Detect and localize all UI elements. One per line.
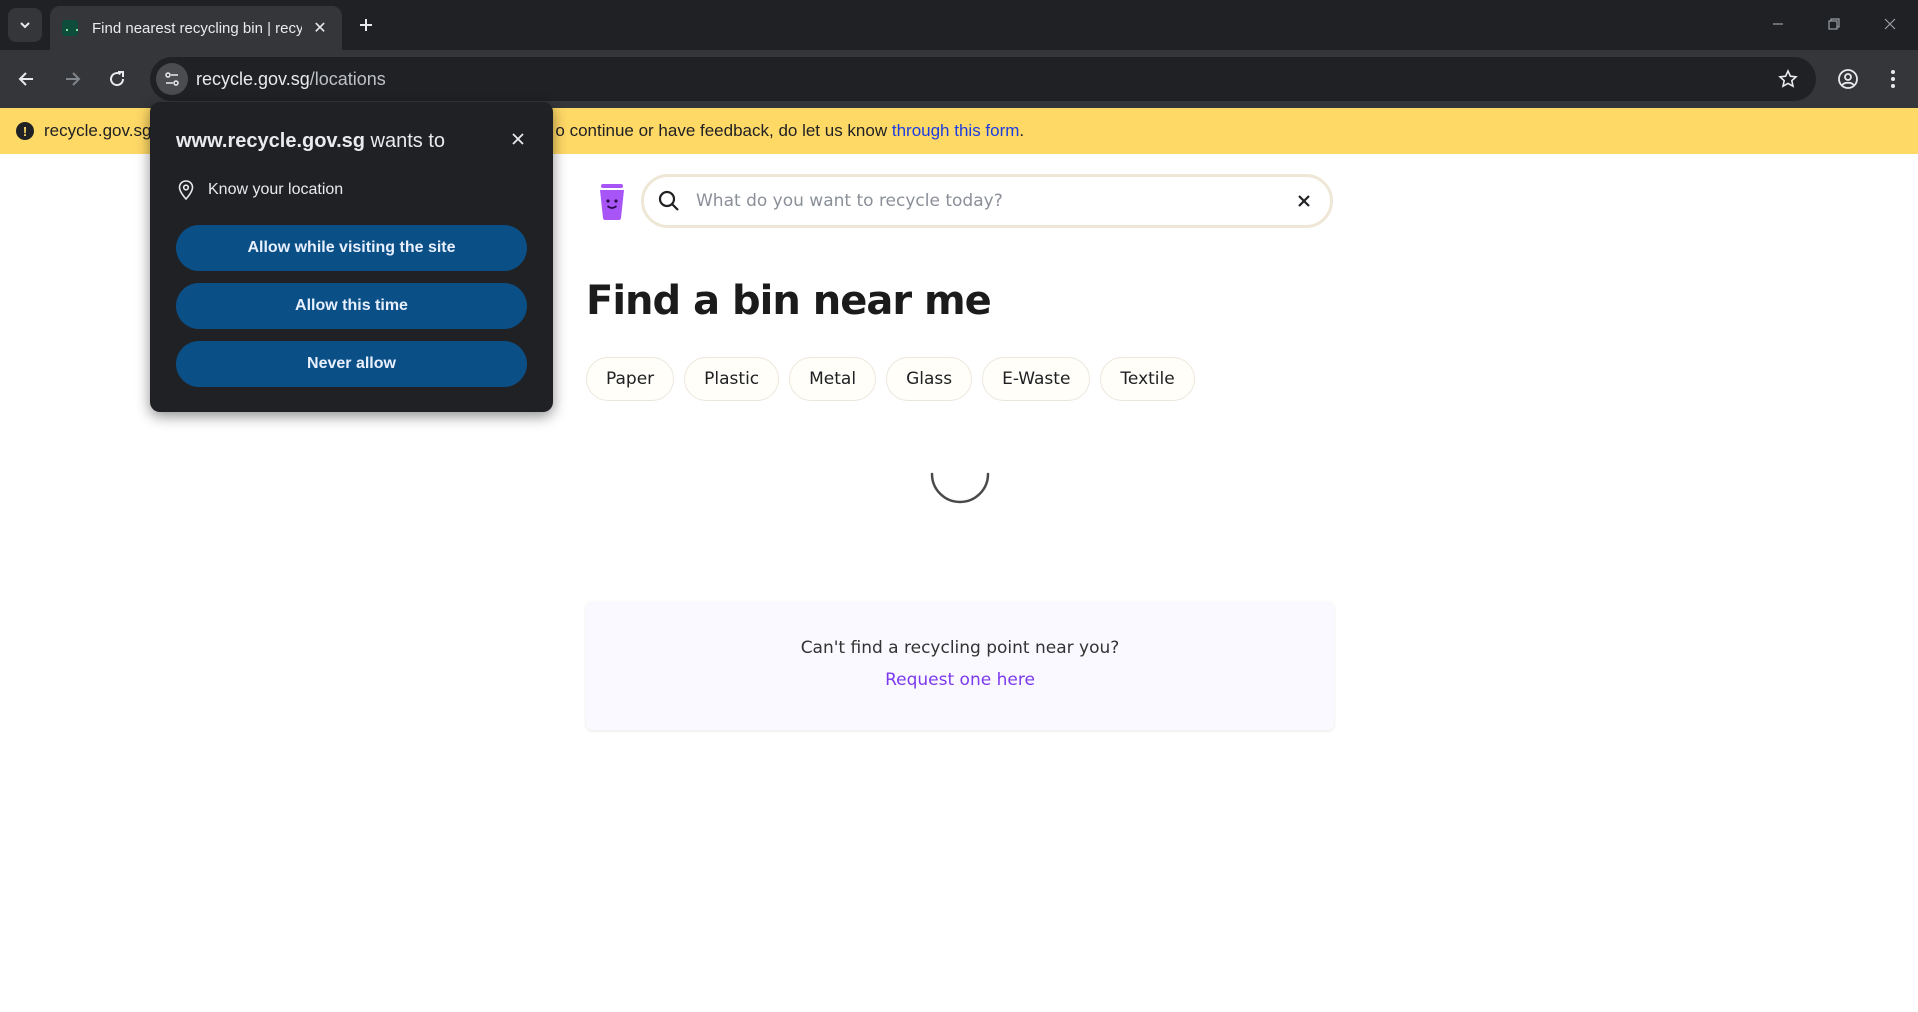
tab-search-button[interactable] (8, 8, 42, 42)
permission-close-button[interactable] (507, 128, 529, 150)
search-icon (658, 190, 679, 211)
page-title: Find a bin near me (586, 278, 992, 324)
request-recycling-point-card: Can't find a recycling point near you? R… (586, 602, 1334, 730)
permission-title: www.recycle.gov.sg wants to (176, 130, 445, 153)
feedback-form-link[interactable]: through this form (892, 121, 1020, 140)
spinner-icon (930, 472, 990, 504)
request-question: Can't find a recycling point near you? (800, 638, 1120, 658)
bookmark-star-button[interactable] (1776, 67, 1800, 91)
browser-menu-button[interactable] (1876, 62, 1910, 96)
chip-paper[interactable]: Paper (586, 357, 675, 401)
back-button[interactable] (10, 62, 44, 96)
banner-text-middle: o continue or have feedback, do let us k… (555, 121, 892, 140)
forward-icon (66, 72, 81, 86)
chip-e-waste[interactable]: E-Waste (982, 357, 1091, 401)
chip-glass[interactable]: Glass (886, 357, 973, 401)
chip-metal[interactable]: Metal (789, 357, 877, 401)
allow-this-time-button[interactable]: Allow this time (176, 283, 527, 329)
url-text[interactable]: recycle.gov.sg/locations (196, 69, 386, 90)
restore-icon (1828, 18, 1840, 30)
active-tab[interactable]: Find nearest recycling bin | recycle.gov… (50, 6, 342, 50)
permission-label: Know your location (208, 181, 344, 198)
category-filters: Paper Plastic Metal Glass E-Waste Textil… (586, 357, 1195, 401)
tab-close-icon[interactable]: ✕ (310, 18, 330, 38)
menu-icon (1891, 70, 1895, 88)
search-input[interactable] (696, 187, 1276, 215)
close-icon (1884, 18, 1896, 30)
address-bar[interactable]: recycle.gov.sg/locations (150, 57, 1816, 101)
banner-text-suffix: . (1019, 121, 1025, 140)
minimize-button[interactable] (1758, 8, 1798, 40)
browser-toolbar: recycle.gov.sg/locations (0, 50, 1918, 108)
permission-wants-to: wants to (364, 130, 446, 152)
permission-site: www.recycle.gov.sg (176, 130, 365, 152)
search-clear-button[interactable] (1292, 189, 1316, 213)
search-box (641, 174, 1333, 228)
permission-row: Know your location (178, 180, 343, 200)
close-window-button[interactable] (1870, 8, 1910, 40)
favicon-icon (62, 20, 78, 36)
request-link[interactable]: Request one here (586, 670, 1334, 690)
reload-button[interactable] (100, 62, 134, 96)
plus-icon (360, 19, 372, 31)
alert-icon: ! (16, 122, 34, 140)
url-path: /locations (309, 69, 386, 89)
site-info-button[interactable] (156, 63, 188, 95)
reload-icon (110, 71, 125, 87)
location-permission-popup: www.recycle.gov.sg wants to Know your lo… (150, 102, 553, 412)
restore-button[interactable] (1814, 8, 1854, 40)
chip-plastic[interactable]: Plastic (684, 357, 780, 401)
tab-strip: Find nearest recycling bin | recycle.gov… (0, 0, 1918, 50)
allow-while-visiting-button[interactable]: Allow while visiting the site (176, 225, 527, 271)
profile-icon (1838, 69, 1858, 89)
bin-logo-icon[interactable] (598, 184, 626, 220)
profile-button[interactable] (1831, 62, 1865, 96)
banner-text-prefix: recycle.gov.sg (44, 121, 152, 140)
star-icon (1778, 69, 1798, 88)
minimize-icon (1773, 23, 1783, 25)
forward-button[interactable] (55, 62, 89, 96)
location-pin-icon (178, 180, 194, 200)
never-allow-button[interactable]: Never allow (176, 341, 527, 387)
site-info-icon (165, 72, 179, 86)
close-icon (1298, 195, 1310, 207)
browser-window: Find nearest recycling bin | recycle.gov… (0, 0, 1918, 1012)
new-tab-button[interactable] (352, 11, 380, 39)
chevron-down-icon (20, 22, 30, 29)
tab-title: Find nearest recycling bin | recycle.gov… (92, 19, 302, 37)
back-icon (18, 72, 33, 86)
url-host: recycle.gov.sg (196, 69, 310, 89)
chip-textile[interactable]: Textile (1100, 357, 1195, 401)
close-icon (512, 133, 524, 145)
